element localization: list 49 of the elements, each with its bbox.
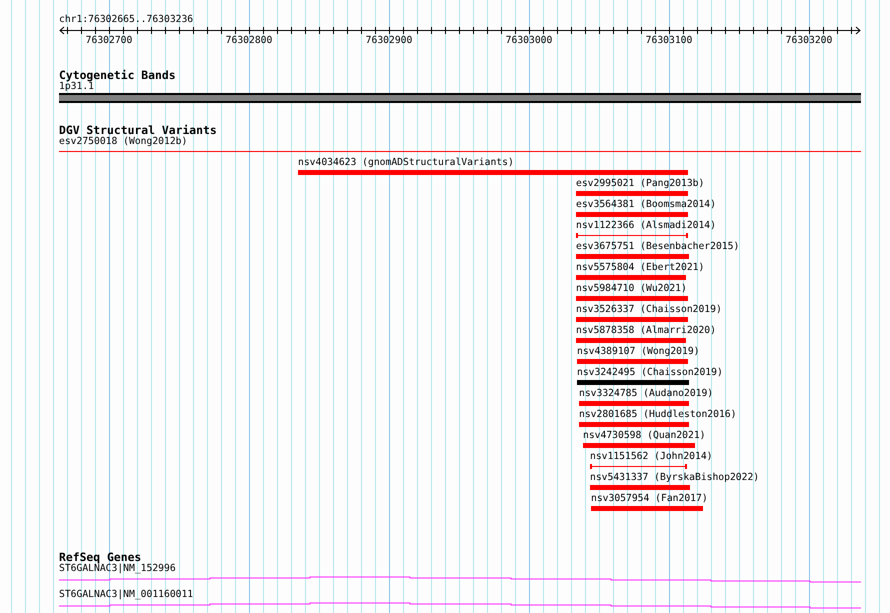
track-title: DGV Structural Variants bbox=[59, 124, 218, 136]
feature-label: nsv4389107 (Wong2019) bbox=[577, 346, 700, 358]
feature-label: esv2995021 (Pang2013b) bbox=[576, 178, 704, 190]
feature-span-icon[interactable] bbox=[590, 464, 687, 469]
feature-bar[interactable] bbox=[298, 170, 688, 175]
feature-label: esv3675751 (Besenbacher2015) bbox=[576, 241, 740, 253]
feature-bar[interactable] bbox=[576, 296, 688, 301]
feature-label: nsv3324785 (Audano2019) bbox=[579, 388, 714, 400]
transcript-label: ST6GALNAC3|NM_001160011 bbox=[59, 589, 194, 601]
feature-label: nsv5984710 (Wu2021) bbox=[576, 283, 687, 295]
tick-label: 76302800 bbox=[226, 35, 272, 47]
feature-label: nsv1122366 (Alsmadi2014) bbox=[576, 220, 716, 232]
feature-label: nsv3057954 (Fan2017) bbox=[591, 493, 708, 505]
feature-bar[interactable] bbox=[591, 506, 703, 511]
feature-bar[interactable] bbox=[576, 191, 688, 196]
feature-bar[interactable] bbox=[576, 338, 686, 343]
feature-line[interactable] bbox=[59, 151, 861, 152]
track-title: Cytogenetic Bands bbox=[59, 69, 177, 81]
feature-bar[interactable] bbox=[577, 359, 688, 364]
track-title: RefSeq Genes bbox=[59, 551, 142, 563]
feature-bar[interactable] bbox=[577, 380, 689, 385]
feature-label: nsv5431337 (ByrskaBishop2022) bbox=[590, 472, 760, 484]
feature-label: nsv4730598 (Quan2021) bbox=[583, 430, 706, 442]
feature-bar[interactable] bbox=[576, 317, 688, 322]
location-label: chr1:76302665..76303236 bbox=[59, 14, 194, 26]
feature-bar[interactable] bbox=[576, 275, 686, 280]
feature-bar[interactable] bbox=[576, 254, 689, 259]
tick-label: 76302700 bbox=[86, 35, 132, 47]
tick-label: 76303000 bbox=[506, 35, 552, 47]
feature-bar[interactable] bbox=[576, 212, 688, 217]
feature-bar[interactable] bbox=[590, 485, 690, 490]
feature-bar[interactable] bbox=[579, 401, 689, 406]
feature-label: nsv3526337 (Chaisson2019) bbox=[576, 304, 722, 316]
feature-bar[interactable] bbox=[583, 443, 695, 448]
band-label: 1p31.1 bbox=[59, 81, 94, 93]
feature-label: nsv3242495 (Chaisson2019) bbox=[577, 367, 723, 379]
transcript-label: ST6GALNAC3|NM_152996 bbox=[59, 563, 177, 575]
tick-label: 76303100 bbox=[646, 35, 692, 47]
feature-bar[interactable] bbox=[579, 422, 689, 427]
feature-label: nsv2801685 (Huddleston2016) bbox=[579, 409, 736, 421]
feature-span-icon[interactable] bbox=[576, 233, 688, 238]
tick-label: 76303200 bbox=[786, 35, 832, 47]
feature-label: nsv5878358 (Almarri2020) bbox=[576, 325, 716, 337]
feature-label: esv2750018 (Wong2012b) bbox=[59, 136, 188, 148]
tick-label: 76302900 bbox=[366, 35, 412, 47]
feature-label: nsv5575804 (Ebert2021) bbox=[576, 262, 704, 274]
feature-label: nsv1151562 (John2014) bbox=[590, 451, 712, 463]
feature-label: esv3564381 (Boomsma2014) bbox=[576, 199, 716, 211]
feature-label: nsv4034623 (gnomADStructuralVariants) bbox=[298, 157, 514, 169]
